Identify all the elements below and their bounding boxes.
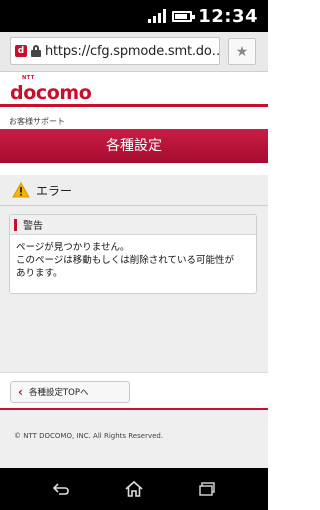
alert-header: 警告 [10,215,256,235]
phone-frame: 12:34 d https://cfg.spmode.smt.do… ★ NTT… [0,0,268,510]
footer: © NTT DOCOMO, INC. All Rights Reserved. [0,410,268,468]
battery-icon [172,10,196,22]
home-icon [125,480,143,497]
bookmark-button[interactable]: ★ [228,38,256,65]
home-nav-button[interactable] [119,478,149,500]
clock: 12:34 [198,5,258,27]
alert-box: 警告 ページが見つかりません。 このページは移動もしくは削除されている可能性が … [9,214,257,294]
divider [0,205,268,206]
address-bar[interactable]: d https://cfg.spmode.smt.do… [10,37,220,65]
logo-ntt: NTT [22,75,35,81]
header: NTT docomo [0,72,268,104]
alert-line-3: あります。 [16,268,63,279]
page-title: 各種設定 [0,129,268,163]
back-arrow-icon [52,483,69,495]
back-to-settings-top-button[interactable]: ‹ 各種設定TOPへ [10,381,130,403]
lock-icon [31,45,41,57]
logo-text: docomo [10,82,92,104]
back-nav-area: ‹ 各種設定TOPへ [0,372,268,408]
system-nav-bar [0,468,268,510]
signal-icon [148,9,167,23]
error-heading-row: エラー [0,175,268,205]
alert-accent-bar [14,218,17,231]
url-text[interactable]: https://cfg.spmode.smt.do… [45,44,219,59]
chevron-left-icon: ‹ [18,385,23,399]
docomo-logo[interactable]: NTT docomo [10,76,258,103]
recent-apps-button[interactable] [192,478,222,500]
status-bar: 12:34 [0,0,268,32]
alert-line-1: ページが見つかりません。 [16,242,130,253]
back-nav-button[interactable] [46,478,76,500]
alert-title: 警告 [23,221,43,232]
breadcrumb[interactable]: お客様サポート [0,107,268,129]
recent-apps-icon [199,482,216,496]
error-heading: エラー [36,183,73,198]
web-page: NTT docomo お客様サポート 各種設定 エラー 警告 ページが見つかりま… [0,72,268,468]
warning-icon [12,182,30,198]
alert-line-2: このページは移動もしくは削除されている可能性が [16,255,235,266]
alert-message: ページが見つかりません。 このページは移動もしくは削除されている可能性が ありま… [10,235,256,286]
site-favicon-icon: d [15,45,27,57]
star-icon: ★ [235,43,249,60]
back-button-label: 各種設定TOPへ [28,388,89,398]
copyright-text: © NTT DOCOMO, INC. All Rights Reserved. [14,432,164,440]
browser-toolbar: d https://cfg.spmode.smt.do… ★ [0,32,268,72]
